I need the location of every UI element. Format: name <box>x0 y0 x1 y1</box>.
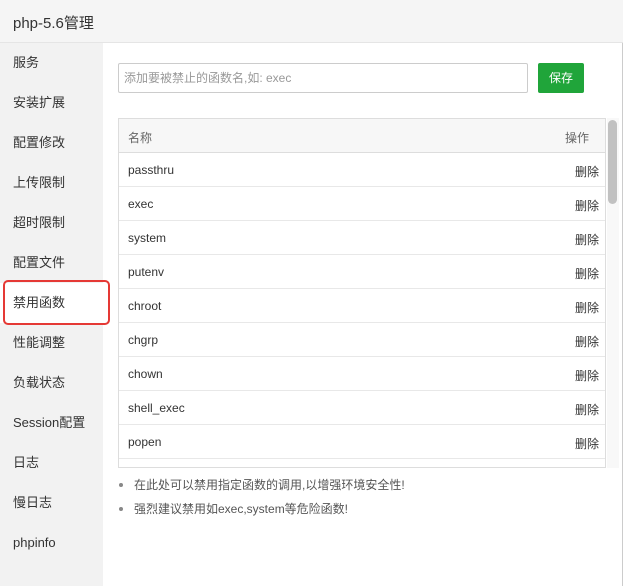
table-row: popen 删除 <box>119 425 605 459</box>
table-row: chown 删除 <box>119 357 605 391</box>
sidebar-item-load-status[interactable]: 负载状态 <box>0 363 103 403</box>
delete-button[interactable]: 删除 <box>575 265 599 282</box>
delete-button[interactable]: 删除 <box>575 435 599 452</box>
sidebar-item-timeout-limit[interactable]: 超时限制 <box>0 203 103 243</box>
save-button[interactable]: 保存 <box>538 63 584 93</box>
sidebar-item-log[interactable]: 日志 <box>0 443 103 483</box>
sidebar-item-phpinfo[interactable]: phpinfo <box>0 523 103 563</box>
function-name: chown <box>128 367 163 381</box>
function-name: passthru <box>128 163 175 177</box>
table-row: shell_exec 删除 <box>119 391 605 425</box>
function-name-input[interactable]: 添加要被禁止的函数名,如: exec <box>118 63 528 93</box>
function-name: popen <box>128 435 162 449</box>
sidebar-item-config-file[interactable]: 配置文件 <box>0 243 103 283</box>
delete-button[interactable]: 删除 <box>575 231 599 248</box>
note-item: 强烈建议禁用如exec,system等危险函数! <box>118 500 405 524</box>
function-name: putenv <box>128 265 165 279</box>
window-title: php-5.6管理 <box>13 15 94 32</box>
function-name: chgrp <box>128 333 159 347</box>
function-name: exec <box>128 197 154 211</box>
help-notes: 在此处可以禁用指定函数的调用,以增强环境安全性! 强烈建议禁用如exec,sys… <box>118 476 405 524</box>
sidebar-item-config-edit[interactable]: 配置修改 <box>0 123 103 163</box>
function-name: system <box>128 231 167 245</box>
table-row: system 删除 <box>119 221 605 255</box>
table-row: putenv 删除 <box>119 255 605 289</box>
delete-button[interactable]: 删除 <box>575 367 599 384</box>
delete-button[interactable]: 删除 <box>575 197 599 214</box>
function-name: chroot <box>128 299 162 313</box>
bullet-icon <box>119 507 123 511</box>
disabled-functions-table: 名称 操作 passthru 删除 exec 删除 system 删除 pute… <box>118 118 606 468</box>
scrollbar-thumb[interactable] <box>608 120 617 204</box>
title-bar: php-5.6管理 <box>0 0 623 43</box>
sidebar-item-install-extension[interactable]: 安装扩展 <box>0 83 103 123</box>
note-text: 强烈建议禁用如exec,system等危险函数! <box>134 502 349 516</box>
sidebar-item-slow-log[interactable]: 慢日志 <box>0 483 103 523</box>
note-text: 在此处可以禁用指定函数的调用,以增强环境安全性! <box>134 478 405 492</box>
sidebar-item-performance[interactable]: 性能调整 <box>0 323 103 363</box>
table-row: chroot 删除 <box>119 289 605 323</box>
table-header: 名称 操作 <box>119 119 605 153</box>
highlight-annotation <box>3 280 110 325</box>
bullet-icon <box>119 483 123 487</box>
delete-button[interactable]: 删除 <box>575 401 599 418</box>
note-item: 在此处可以禁用指定函数的调用,以增强环境安全性! <box>118 476 405 500</box>
sidebar-item-upload-limit[interactable]: 上传限制 <box>0 163 103 203</box>
sidebar-item-service[interactable]: 服务 <box>0 43 103 83</box>
sidebar-item-session-config[interactable]: Session配置 <box>0 403 103 443</box>
php-manager-dialog: php-5.6管理 服务 安装扩展 配置修改 上传限制 超时限制 配置文件 禁用… <box>0 0 623 586</box>
column-header-name: 名称 <box>128 131 153 145</box>
column-header-operation: 操作 <box>564 131 589 145</box>
table-row: exec 删除 <box>119 187 605 221</box>
table-row: chgrp 删除 <box>119 323 605 357</box>
function-name: shell_exec <box>128 401 185 415</box>
table-row: passthru 删除 <box>119 153 605 187</box>
delete-button[interactable]: 删除 <box>575 299 599 316</box>
delete-button[interactable]: 删除 <box>575 333 599 350</box>
delete-button[interactable]: 删除 <box>575 163 599 180</box>
